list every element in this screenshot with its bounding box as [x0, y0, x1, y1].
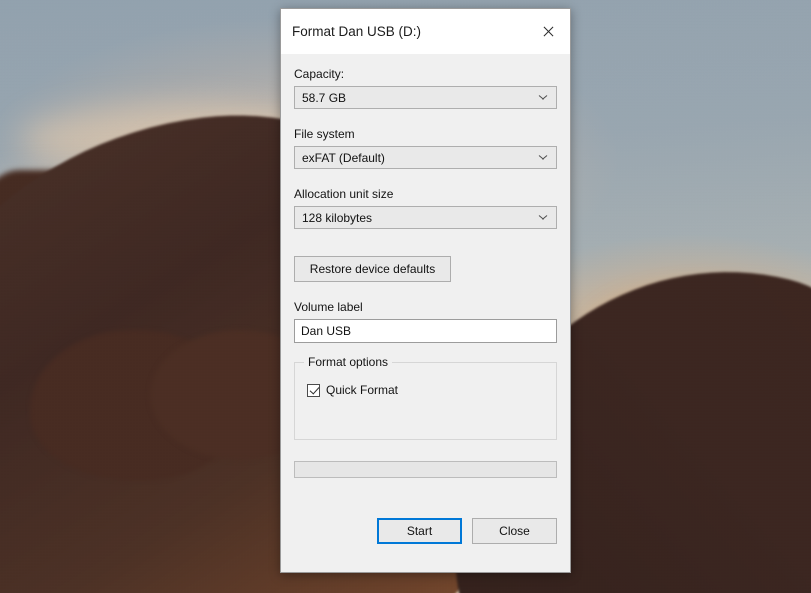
file-system-label: File system	[294, 127, 355, 141]
allocation-unit-size-label: Allocation unit size	[294, 187, 394, 201]
volume-label-label: Volume label	[294, 300, 363, 314]
close-window-button[interactable]	[525, 10, 570, 54]
close-icon	[542, 26, 554, 38]
capacity-dropdown[interactable]: 58.7 GB	[294, 86, 557, 109]
quick-format-label: Quick Format	[326, 383, 399, 397]
restore-device-defaults-button[interactable]: Restore device defaults	[294, 256, 451, 282]
capacity-label: Capacity:	[294, 67, 345, 81]
dialog-button-row: Start Close	[294, 518, 557, 544]
format-options-legend: Format options	[304, 355, 393, 369]
chevron-down-icon	[539, 154, 547, 162]
close-button[interactable]: Close	[472, 518, 557, 544]
capacity-value: 58.7 GB	[302, 90, 347, 105]
chevron-down-icon	[539, 214, 547, 222]
format-options-group: Format options Quick Format	[294, 355, 557, 440]
dialog-body: Capacity: 58.7 GB File system exFAT (Def…	[281, 54, 570, 544]
format-progress-bar	[294, 461, 557, 478]
file-system-value: exFAT (Default)	[302, 150, 385, 165]
chevron-down-icon	[539, 94, 547, 102]
allocation-unit-size-dropdown[interactable]: 128 kilobytes	[294, 206, 557, 229]
file-system-dropdown[interactable]: exFAT (Default)	[294, 146, 557, 169]
dialog-titlebar: Format Dan USB (D:)	[281, 9, 570, 54]
quick-format-row[interactable]: Quick Format	[307, 383, 556, 397]
restore-defaults-row: Restore device defaults	[294, 256, 557, 282]
desktop-background: Format Dan USB (D:) Capacity: 58.7 GB Fi…	[0, 0, 811, 593]
quick-format-checkbox[interactable]	[307, 383, 320, 397]
allocation-unit-size-value: 128 kilobytes	[302, 210, 373, 225]
dialog-title: Format Dan USB (D:)	[292, 24, 422, 39]
volume-label-input[interactable]: Dan USB	[294, 319, 557, 343]
format-dialog-window: Format Dan USB (D:) Capacity: 58.7 GB Fi…	[280, 8, 571, 573]
start-button[interactable]: Start	[377, 518, 462, 544]
